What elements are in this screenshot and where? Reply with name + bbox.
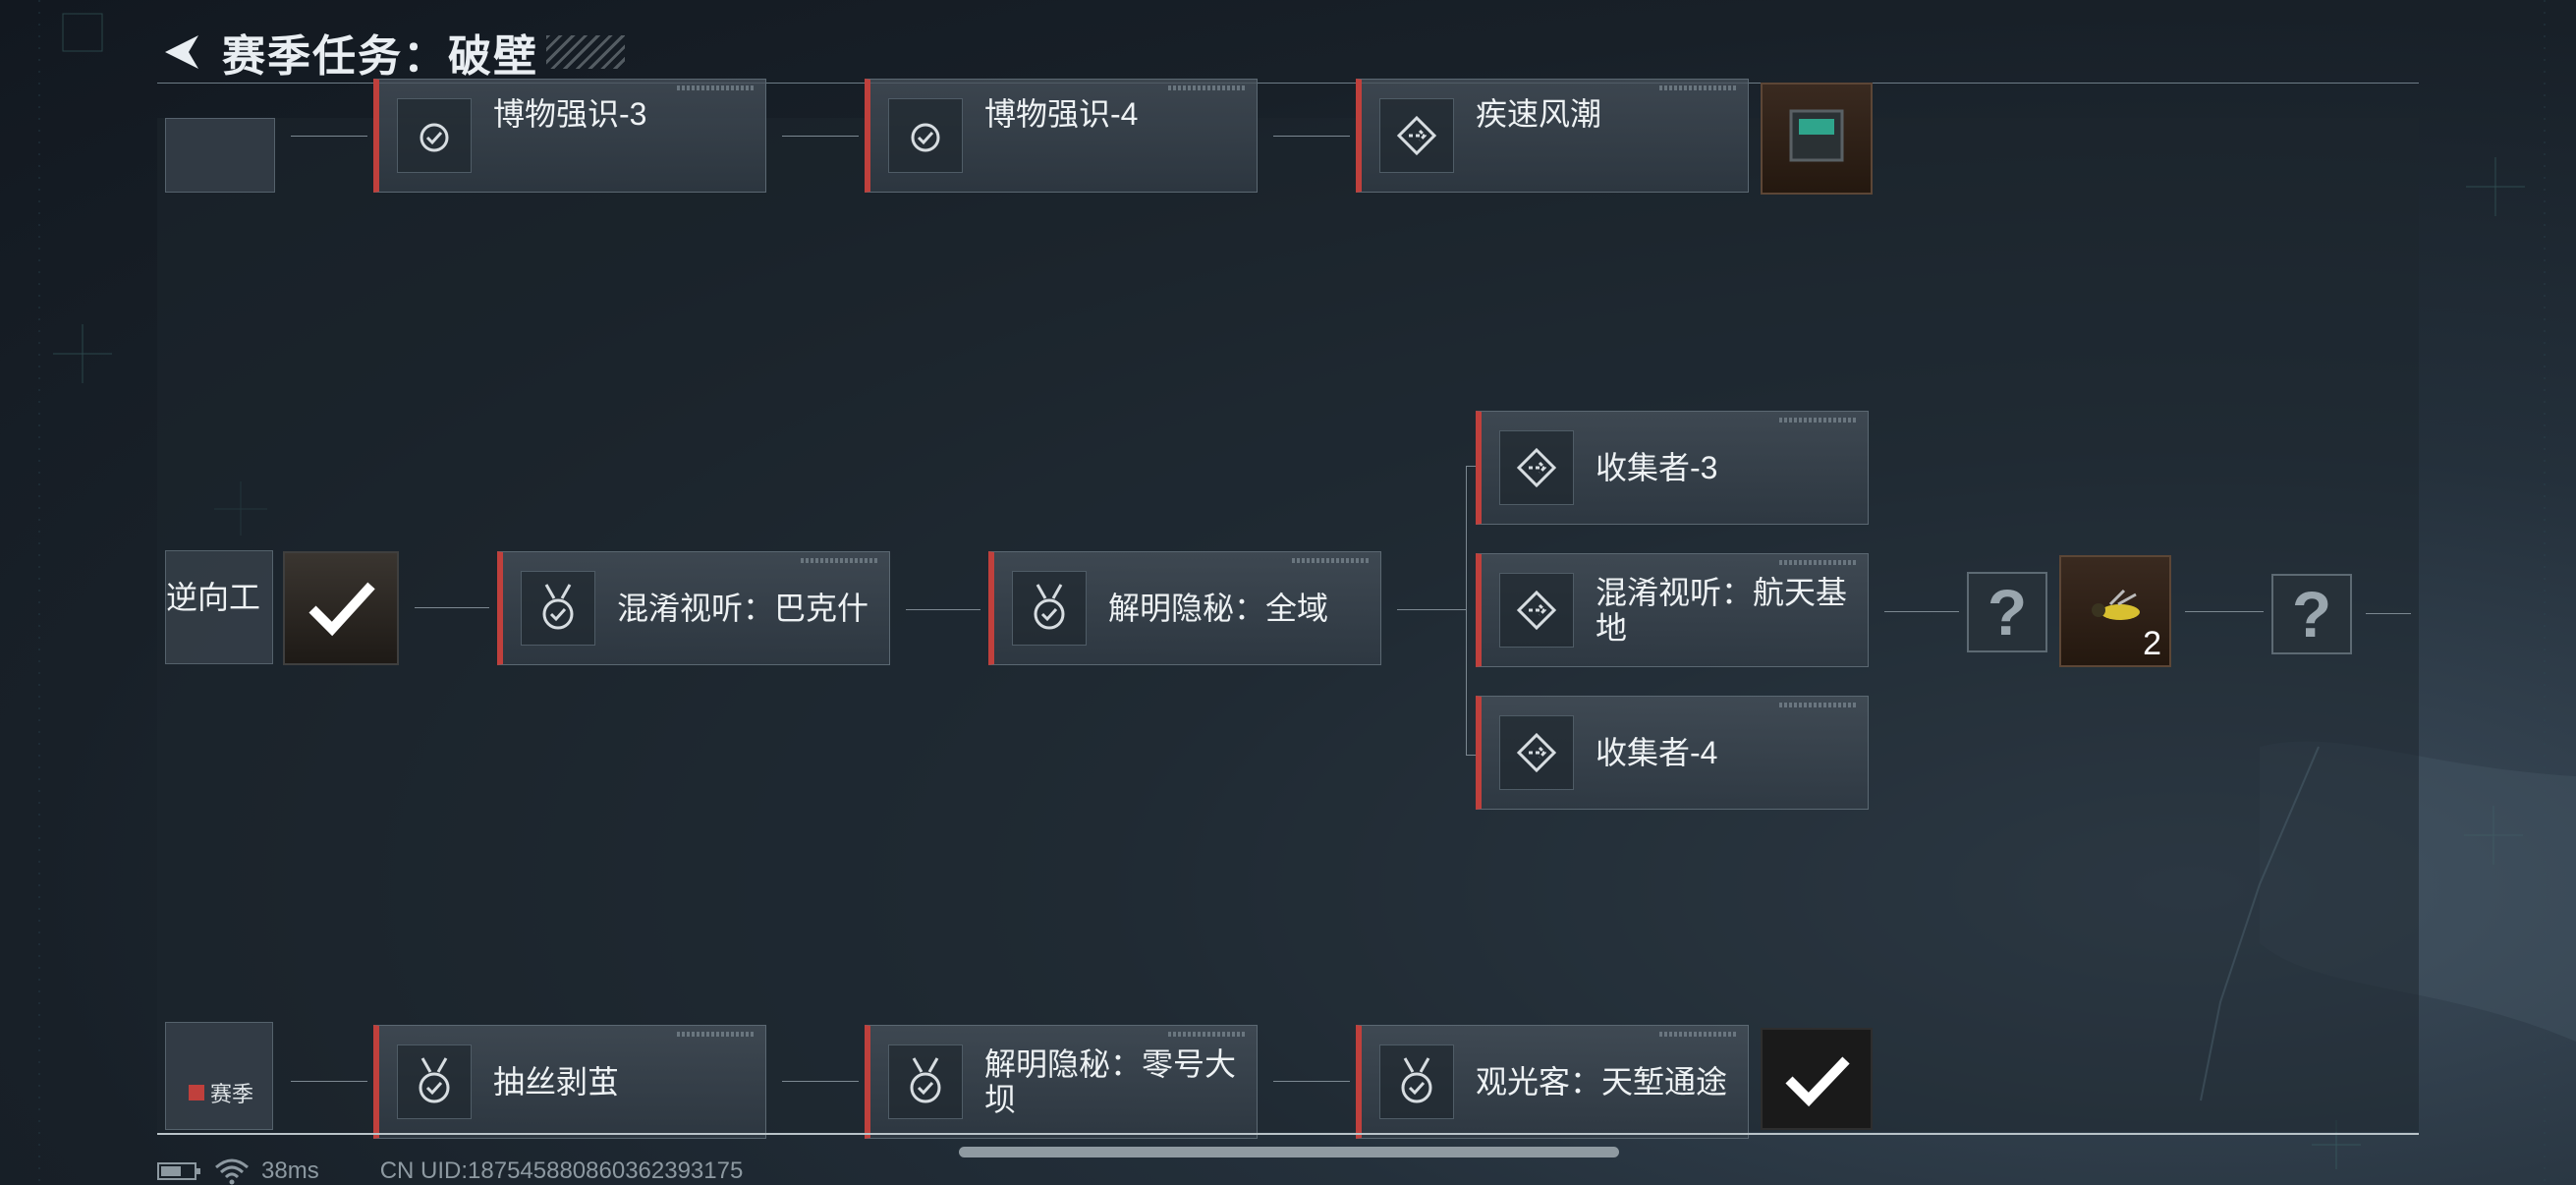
connector bbox=[291, 136, 367, 137]
diamond-arrow-icon bbox=[1499, 715, 1574, 790]
connector bbox=[1466, 755, 1476, 756]
connector bbox=[1884, 611, 1959, 612]
node-tag bbox=[677, 1032, 756, 1037]
task-label: 混淆视听：巴克什 bbox=[617, 591, 869, 626]
task-label: 疾速风潮 bbox=[1476, 96, 1602, 132]
diamond-arrow-icon bbox=[1499, 573, 1574, 648]
node-tag bbox=[1168, 1032, 1247, 1037]
task-label: 收集者-3 bbox=[1596, 450, 1718, 485]
back-arrow-icon bbox=[165, 35, 198, 69]
task-node-reveal-secret-global[interactable]: 解明隐秘：全域 bbox=[988, 551, 1381, 665]
item-count: 2 bbox=[2143, 625, 2161, 662]
unknown-reward-mark: ? bbox=[1987, 576, 2028, 649]
task-label: 抽丝剥茧 bbox=[493, 1064, 620, 1100]
medal-check-icon bbox=[1012, 571, 1087, 646]
diamond-arrow-icon bbox=[1499, 430, 1574, 505]
medal-check-icon bbox=[888, 1044, 963, 1119]
connector bbox=[1273, 136, 1350, 137]
bottom-divider bbox=[157, 1133, 2419, 1135]
task-label: 收集者-4 bbox=[1596, 735, 1718, 770]
task-node-tourist-chasm[interactable]: 观光客：天堑通途 bbox=[1356, 1025, 1749, 1139]
connector bbox=[1273, 1081, 1350, 1082]
task-node-reveal-secret-dam[interactable]: 解明隐秘：零号大坝 bbox=[865, 1025, 1258, 1139]
node-tag bbox=[801, 558, 879, 563]
node-tag bbox=[1659, 85, 1738, 90]
user-uid: CN UID:187545880860362393175 bbox=[379, 1157, 744, 1184]
task-label: 解明隐秘：全域 bbox=[1108, 591, 1329, 626]
branch-connector bbox=[1466, 466, 1467, 755]
title-decoration bbox=[546, 35, 625, 69]
wifi-icon bbox=[215, 1158, 249, 1185]
reward-item-crate[interactable] bbox=[1761, 83, 1873, 195]
unknown-reward-mark: ? bbox=[2291, 578, 2332, 650]
task-node-collector-4[interactable]: 收集者-4 bbox=[1476, 696, 1869, 810]
partial-node-top-left[interactable] bbox=[165, 118, 275, 193]
node-tag bbox=[1659, 1032, 1738, 1037]
season-badge-label: 赛季 bbox=[210, 1082, 254, 1106]
task-label: 解明隐秘：零号大坝 bbox=[984, 1046, 1237, 1117]
medal-check-icon bbox=[521, 571, 595, 646]
task-node-speed-wave[interactable]: 疾速风潮 bbox=[1356, 79, 1749, 193]
task-label: 观光客：天堑通途 bbox=[1476, 1064, 1728, 1100]
node-tag bbox=[677, 85, 756, 90]
wasp-icon bbox=[2092, 589, 2140, 620]
ping-value: 38ms bbox=[261, 1157, 319, 1184]
diamond-arrow-icon bbox=[1379, 98, 1454, 173]
checkmark-icon bbox=[1785, 1056, 1850, 1107]
back-button[interactable] bbox=[157, 28, 206, 77]
crate-icon bbox=[1789, 109, 1844, 162]
medal-check-icon bbox=[888, 98, 963, 173]
connector bbox=[782, 1081, 859, 1082]
connector bbox=[782, 136, 859, 137]
task-node-collector-3[interactable]: 收集者-3 bbox=[1476, 411, 1869, 525]
task-label: 博物强识-3 bbox=[493, 96, 647, 132]
reward-item-vest-claimed[interactable] bbox=[283, 551, 399, 665]
connector bbox=[2185, 611, 2264, 612]
partial-node-bottom-left[interactable] bbox=[165, 1022, 273, 1130]
node-tag bbox=[1779, 560, 1858, 565]
season-badge-marker bbox=[189, 1085, 204, 1100]
horizontal-scrollbar[interactable] bbox=[959, 1147, 1619, 1157]
task-node-unravel[interactable]: 抽丝剥茧 bbox=[373, 1025, 766, 1139]
unknown-reward-box[interactable]: ? bbox=[2271, 574, 2352, 654]
status-bar: 38ms CN UID:187545880860362393175 bbox=[157, 1157, 743, 1185]
reward-item-wasp[interactable]: 2 bbox=[2059, 555, 2171, 667]
connector bbox=[1397, 609, 1466, 610]
partial-node-middle-left[interactable]: 逆向工 bbox=[165, 550, 273, 664]
connector bbox=[291, 1081, 367, 1082]
task-node-collector-knowledge-4[interactable]: 博物强识-4 bbox=[865, 79, 1258, 193]
connector bbox=[2366, 613, 2411, 614]
medal-check-icon bbox=[1379, 1044, 1454, 1119]
connector bbox=[1466, 466, 1476, 467]
season-badge: 赛季 bbox=[189, 1077, 253, 1108]
checkmark-icon bbox=[308, 582, 375, 637]
connector bbox=[906, 609, 980, 610]
task-node-confuse-space-base[interactable]: 混淆视听：航天基地 bbox=[1476, 553, 1869, 667]
unknown-reward-box[interactable]: ? bbox=[1967, 572, 2047, 652]
header: 赛季任务：破壁 bbox=[157, 22, 625, 83]
medal-check-icon bbox=[397, 1044, 472, 1119]
node-tag bbox=[1779, 703, 1858, 707]
partial-node-label: 逆向工 bbox=[166, 580, 261, 615]
task-node-confuse-bakhsh[interactable]: 混淆视听：巴克什 bbox=[497, 551, 890, 665]
node-tag bbox=[1779, 418, 1858, 423]
task-node-collector-knowledge-3[interactable]: 博物强识-3 bbox=[373, 79, 766, 193]
task-label: 博物强识-4 bbox=[984, 96, 1139, 132]
task-label: 混淆视听：航天基地 bbox=[1596, 575, 1848, 646]
battery-icon bbox=[157, 1162, 200, 1180]
node-tag bbox=[1292, 558, 1371, 563]
medal-check-icon bbox=[397, 98, 472, 173]
reward-item-claimed[interactable] bbox=[1761, 1028, 1873, 1130]
connector bbox=[415, 607, 489, 608]
node-tag bbox=[1168, 85, 1247, 90]
page-title: 赛季任务：破壁 bbox=[222, 32, 538, 81]
